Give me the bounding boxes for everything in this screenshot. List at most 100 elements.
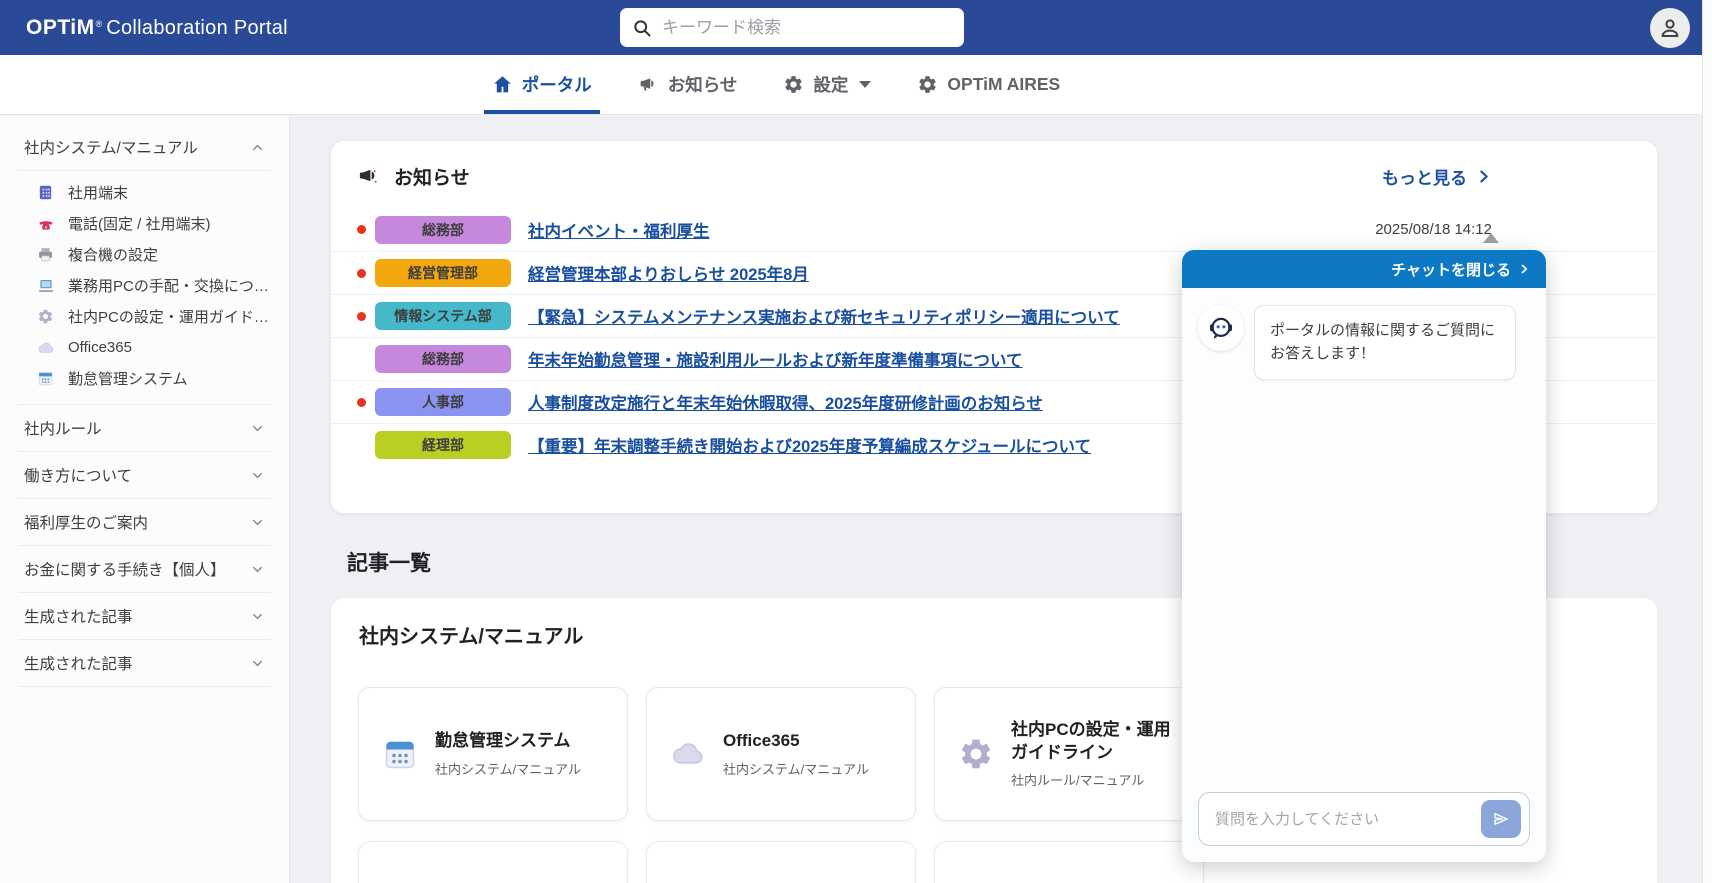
article-card-pc-setup-guideline[interactable]: 社内PCの設定・運用ガイドライン 社内ルール/マニュアル bbox=[934, 687, 1204, 821]
user-avatar-button[interactable] bbox=[1650, 8, 1690, 48]
search-icon bbox=[632, 18, 652, 38]
chevron-down-icon bbox=[250, 656, 265, 671]
sidebar-item-attendance-system[interactable]: 勤怠管理システム bbox=[0, 363, 289, 394]
sidebar-section-welfare[interactable]: 福利厚生のご案内 bbox=[0, 499, 289, 545]
tab-settings[interactable]: 設定 bbox=[783, 55, 871, 114]
chat-input-box[interactable] bbox=[1198, 792, 1530, 846]
page-scrollbar[interactable] bbox=[1702, 0, 1712, 883]
department-badge: 情報システム部 bbox=[375, 302, 511, 330]
chat-close-button[interactable]: チャットを閉じる bbox=[1182, 250, 1546, 288]
sidebar-item-label: 電話(固定 / 社用端末) bbox=[68, 213, 211, 234]
device-icon bbox=[36, 183, 55, 202]
sidebar-item-label: 複合機の設定 bbox=[68, 244, 158, 265]
unread-dot bbox=[357, 269, 366, 278]
megaphone-icon bbox=[357, 165, 380, 188]
announcement-link[interactable]: 【重要】年末調整手続き開始および2025年度予算編成スケジュールについて bbox=[528, 433, 1091, 457]
article-card[interactable] bbox=[646, 841, 916, 883]
sidebar-section-work-style[interactable]: 働き方について bbox=[0, 452, 289, 498]
sidebar-item-copier-settings[interactable]: 複合機の設定 bbox=[0, 239, 289, 270]
app-header: OPTiM®Collaboration Portal bbox=[0, 0, 1712, 55]
article-card-attendance-system[interactable]: 勤怠管理システム 社内システム/マニュアル bbox=[358, 687, 628, 821]
unread-dot bbox=[357, 225, 366, 234]
department-badge: 総務部 bbox=[375, 345, 511, 373]
chevron-down-icon bbox=[250, 421, 265, 436]
unread-dot bbox=[357, 312, 366, 321]
gear-icon bbox=[957, 735, 995, 773]
announcements-title: お知らせ bbox=[394, 163, 470, 190]
logo-portal-text: Collaboration Portal bbox=[106, 17, 288, 40]
tab-label: 設定 bbox=[813, 72, 848, 97]
chat-question-input[interactable] bbox=[1215, 811, 1481, 828]
announcement-link[interactable]: 社内イベント・福利厚生 bbox=[528, 218, 710, 242]
sidebar-section-generated-articles-1[interactable]: 生成された記事 bbox=[0, 593, 289, 639]
card-category: 社内システム/マニュアル bbox=[723, 759, 891, 778]
see-more-link[interactable]: もっと見る bbox=[1382, 164, 1492, 189]
chevron-down-icon bbox=[250, 515, 265, 530]
see-more-label: もっと見る bbox=[1382, 164, 1467, 189]
announcement-link[interactable]: 人事制度改定施行と年末年始休暇取得、2025年度研修計画のお知らせ bbox=[528, 390, 1043, 414]
app-logo: OPTiM®Collaboration Portal bbox=[26, 16, 288, 40]
paper-plane-icon bbox=[1492, 810, 1510, 828]
phone-icon bbox=[36, 214, 55, 233]
article-card[interactable] bbox=[358, 841, 628, 883]
article-card[interactable] bbox=[934, 841, 1204, 883]
sidebar-section-generated-articles-2[interactable]: 生成された記事 bbox=[0, 640, 289, 686]
section-label: 生成された記事 bbox=[24, 652, 250, 674]
read-dot-placeholder bbox=[357, 441, 366, 450]
department-badge: 経営管理部 bbox=[375, 259, 511, 287]
sidebar-item-phone[interactable]: 電話(固定 / 社用端末) bbox=[0, 208, 289, 239]
announcement-link[interactable]: 【緊急】システムメンテナンス実施および新セキュリティポリシー適用について bbox=[528, 304, 1120, 328]
keyword-search-box[interactable] bbox=[620, 8, 964, 47]
sidebar-section-systems-manuals[interactable]: 社内システム/マニュアル bbox=[0, 124, 289, 170]
sidebar: 社内システム/マニュアル 社用端末 電話(固定 / 社用端末) 複合機の設定 bbox=[0, 116, 290, 883]
announcement-date: 2025/08/18 14:12 bbox=[1355, 221, 1492, 238]
chat-close-label: チャットを閉じる bbox=[1391, 259, 1511, 280]
chat-panel: チャットを閉じる ポータルの情報に関するご質問にお答えします！ bbox=[1182, 250, 1546, 862]
sidebar-item-pc-setup-guide[interactable]: 社内PCの設定・運用ガイド… bbox=[0, 301, 289, 332]
sidebar-item-company-device[interactable]: 社用端末 bbox=[0, 177, 289, 208]
announcement-link[interactable]: 年末年始勤怠管理・施設利用ルールおよび新年度準備事項について bbox=[528, 347, 1023, 371]
sidebar-item-label: 社内PCの設定・運用ガイド… bbox=[68, 306, 269, 327]
department-badge: 経理部 bbox=[375, 431, 511, 459]
divider bbox=[18, 686, 271, 687]
sidebar-section-money-procedures[interactable]: お金に関する手続き【個人】 bbox=[0, 546, 289, 592]
cloud-icon bbox=[36, 338, 55, 357]
article-card-office365[interactable]: Office365 社内システム/マニュアル bbox=[646, 687, 916, 821]
search-input[interactable] bbox=[662, 18, 952, 38]
laptop-icon bbox=[36, 276, 55, 295]
chevron-down-icon bbox=[250, 609, 265, 624]
section-label: お金に関する手続き【個人】 bbox=[24, 558, 250, 580]
announcement-row[interactable]: 総務部 社内イベント・福利厚生 2025/08/18 14:12 bbox=[331, 208, 1657, 251]
card-category: 社内ルール/マニュアル bbox=[1011, 770, 1179, 789]
sidebar-item-label: Office365 bbox=[68, 339, 132, 356]
tab-optim-aires[interactable]: OPTiM AIRES bbox=[917, 55, 1060, 114]
person-icon bbox=[1658, 16, 1682, 40]
tab-portal[interactable]: ポータル bbox=[492, 55, 592, 114]
main-nav: ポータル お知らせ 設定 OPTiM AIRES bbox=[0, 55, 1702, 115]
sidebar-item-work-pc[interactable]: 業務用PCの手配・交換につ… bbox=[0, 270, 289, 301]
section-label: 働き方について bbox=[24, 464, 250, 486]
list-scroll-up-arrow[interactable] bbox=[1483, 233, 1499, 243]
tab-news[interactable]: お知らせ bbox=[638, 55, 738, 114]
card-title: Office365 bbox=[723, 730, 891, 753]
sidebar-item-office365[interactable]: Office365 bbox=[0, 332, 289, 363]
section-label: 福利厚生のご案内 bbox=[24, 511, 250, 533]
chevron-down-icon bbox=[859, 81, 871, 88]
articles-heading: 記事一覧 bbox=[347, 547, 431, 577]
send-button[interactable] bbox=[1481, 800, 1521, 838]
department-badge: 総務部 bbox=[375, 216, 511, 244]
sidebar-item-label: 業務用PCの手配・交換につ… bbox=[68, 275, 269, 296]
card-title: 社内PCの設定・運用ガイドライン bbox=[1011, 719, 1179, 765]
home-icon bbox=[492, 74, 513, 95]
section-label: 社内ルール bbox=[24, 417, 250, 439]
chevron-right-icon bbox=[1518, 263, 1530, 275]
sidebar-item-label: 勤怠管理システム bbox=[68, 368, 188, 389]
announcement-link[interactable]: 経営管理本部よりおしらせ 2025年8月 bbox=[528, 261, 809, 285]
gear-icon bbox=[917, 74, 938, 95]
gear-icon bbox=[783, 74, 804, 95]
tab-label: ポータル bbox=[522, 72, 592, 97]
section-label: 生成された記事 bbox=[24, 605, 250, 627]
sidebar-section-company-rules[interactable]: 社内ルール bbox=[0, 405, 289, 451]
card-title: 勤怠管理システム bbox=[435, 730, 603, 753]
gear-icon bbox=[36, 307, 55, 326]
